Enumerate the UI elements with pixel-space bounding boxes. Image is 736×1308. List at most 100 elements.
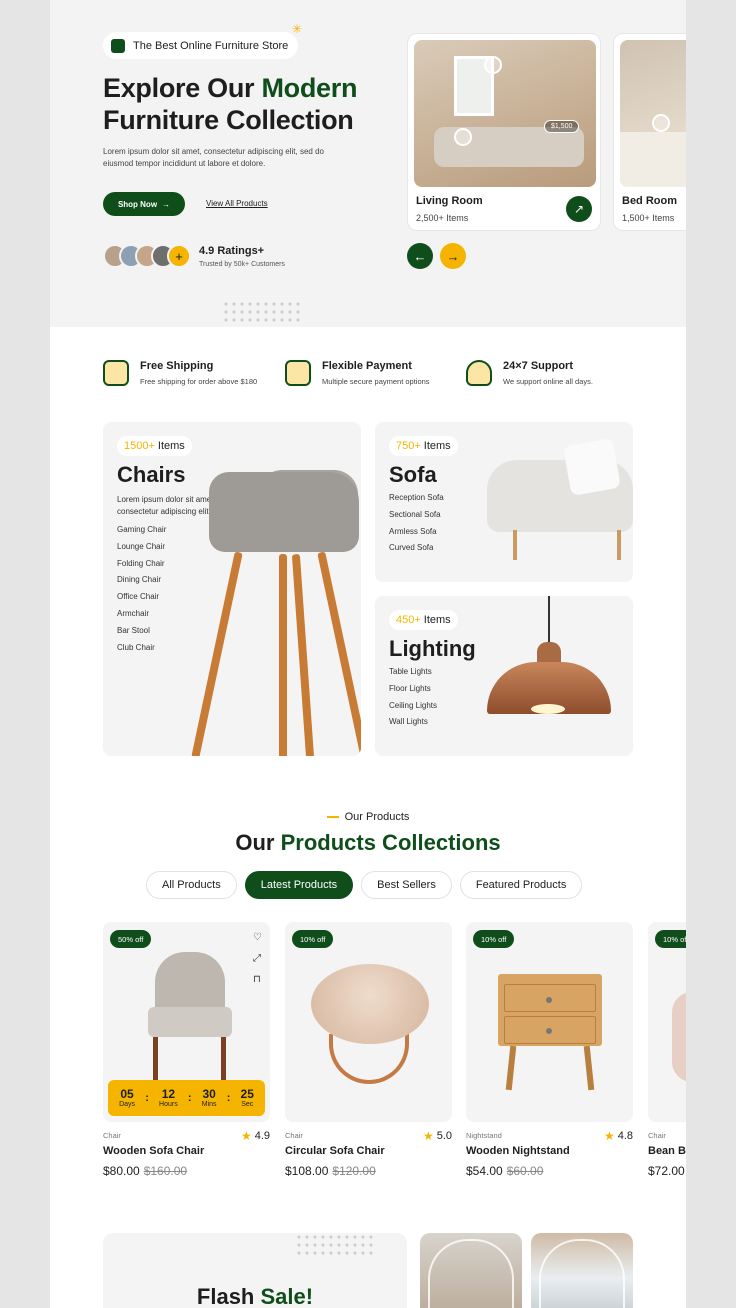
product-rating: ★ 4.9 <box>241 1129 270 1143</box>
timer-separator: : <box>145 1092 149 1104</box>
product-image: 10% off <box>648 922 686 1122</box>
view-all-products-link[interactable]: View All Products <box>206 199 268 208</box>
arrow-left-icon[interactable]: ← <box>407 243 433 269</box>
star-icon: ★ <box>240 1129 252 1143</box>
room-card-living[interactable]: $1,500 Living Room 2,500+ Items ↗ <box>407 33 601 231</box>
armchair-pillow <box>563 438 621 496</box>
chair-back <box>155 952 225 1014</box>
section-title-accent: Products Collections <box>280 830 501 855</box>
chair-icon <box>111 38 125 53</box>
product-image: 10% off <box>285 922 452 1122</box>
flash-title-part1: Flash <box>196 1284 261 1308</box>
tab-best-sellers[interactable]: Best Sellers <box>361 871 452 899</box>
tab-all-products[interactable]: All Products <box>146 871 237 899</box>
ratings-text: 4.9 Ratings+ <box>199 245 265 257</box>
category-list: Gaming Chair Lounge Chair Folding Chair … <box>117 525 166 659</box>
item-count: 450+ <box>396 614 421 626</box>
category-title: Chairs <box>117 462 186 487</box>
bag-icon[interactable]: ⊓ <box>253 974 262 985</box>
tab-latest-products[interactable]: Latest Products <box>244 871 354 899</box>
category-card-sofa[interactable]: 750+ Items Sofa Reception Sofa Sectional … <box>375 422 633 582</box>
category-list: Table Lights Floor Lights Ceiling Lights… <box>389 667 437 734</box>
discount-badge: 50% off <box>110 930 152 948</box>
lamp-cord <box>548 596 550 644</box>
category-link[interactable]: Folding Chair <box>117 559 166 576</box>
product-name[interactable]: Bean Ba <box>648 1145 686 1157</box>
hotspot-icon[interactable] <box>454 128 472 146</box>
category-title: Sofa <box>389 462 437 487</box>
dot-pattern <box>222 300 302 326</box>
category-card-lighting[interactable]: 450+ Items Lighting Table Lights Floor Li… <box>375 596 633 756</box>
category-link[interactable]: Gaming Chair <box>117 525 166 542</box>
product-tabs: All Products Latest Products Best Seller… <box>146 871 583 899</box>
timer-label: Mins <box>201 1101 217 1108</box>
room-card-bed[interactable]: Bed Room 1,500+ Items <box>613 33 686 231</box>
timer-hours: 12 Hours <box>159 1087 178 1109</box>
discount-badge: 10% off <box>473 930 515 948</box>
product-category: Chair <box>103 1131 121 1140</box>
category-link[interactable]: Club Chair <box>117 643 166 660</box>
category-card-chairs[interactable]: 1500+ Items Chairs Lorem ipsum dolor sit … <box>103 422 361 756</box>
product-name[interactable]: Circular Sofa Chair <box>285 1145 385 1157</box>
stool-seat <box>209 472 359 552</box>
category-link[interactable]: Floor Lights <box>389 684 437 701</box>
feature-title: 24×7 Support <box>503 360 573 372</box>
lamp-bulb <box>531 704 565 714</box>
old-price: $160.00 <box>143 1164 188 1178</box>
bed-shape <box>620 132 686 187</box>
current-price: $80.00 <box>103 1164 140 1178</box>
category-link[interactable]: Lounge Chair <box>117 542 166 559</box>
product-rating: ★ 4.8 <box>604 1129 633 1143</box>
section-subtitle: Our Products <box>50 811 686 823</box>
product-name[interactable]: Wooden Sofa Chair <box>103 1145 204 1157</box>
arrow-right-icon: → <box>162 199 171 209</box>
features-row: Free Shipping Free shipping for order ab… <box>103 358 643 398</box>
item-count-pill: 450+ Items <box>389 610 458 630</box>
hotspot-icon[interactable] <box>652 114 670 132</box>
feature-subtitle: We support online all days. <box>503 377 593 386</box>
heart-icon[interactable]: ♡ <box>253 932 262 943</box>
items-label: Items <box>157 440 185 452</box>
knob <box>546 997 552 1003</box>
stool-leg <box>191 551 243 756</box>
plus-icon[interactable]: + <box>167 244 191 268</box>
bed-room-image <box>620 40 686 187</box>
timer-separator: : <box>226 1092 231 1104</box>
timer-secs: 25 Sec <box>241 1088 254 1109</box>
category-link[interactable]: Armchair <box>117 609 166 626</box>
stool-leg <box>279 554 287 756</box>
feature-title: Flexible Payment <box>322 360 412 372</box>
stool-leg <box>317 551 361 756</box>
timer-days: 05 Days <box>119 1088 135 1109</box>
chair-leg <box>221 1037 226 1081</box>
arrow-right-icon[interactable]: → <box>440 243 466 269</box>
product-name[interactable]: Wooden Nightstand <box>466 1145 570 1157</box>
section-subtitle-text: Our Products <box>344 811 410 823</box>
category-link[interactable]: Reception Sofa <box>389 493 444 510</box>
discount-badge: 10% off <box>292 930 334 948</box>
arrow-up-right-icon[interactable]: ↗ <box>566 196 592 222</box>
category-link[interactable]: Office Chair <box>117 592 166 609</box>
timer-value: 12 <box>161 1087 176 1101</box>
feature-subtitle: Multiple secure payment options <box>322 377 430 386</box>
category-link[interactable]: Wall Lights <box>389 717 437 734</box>
items-label: Items <box>423 614 451 626</box>
category-link[interactable]: Sectional Sofa <box>389 510 444 527</box>
category-link[interactable]: Curved Sofa <box>389 543 444 560</box>
expand-icon[interactable]: ⤢ <box>253 953 262 964</box>
hotspot-icon[interactable] <box>484 56 502 74</box>
wallet-icon <box>285 360 311 386</box>
category-link[interactable]: Ceiling Lights <box>389 701 437 718</box>
category-link[interactable]: Armless Sofa <box>389 527 444 544</box>
item-count-pill: 750+ Items <box>389 436 458 456</box>
category-link[interactable]: Dining Chair <box>117 575 166 592</box>
rating-value: 4.9 <box>254 1130 270 1142</box>
tab-featured-products[interactable]: Featured Products <box>459 871 583 899</box>
category-link[interactable]: Bar Stool <box>117 626 166 643</box>
armchair-image <box>487 438 633 560</box>
timer-separator: : <box>187 1092 192 1104</box>
category-link[interactable]: Table Lights <box>389 667 437 684</box>
flash-sale-title: Flash Sale! <box>103 1284 407 1308</box>
room-count: 2,500+ Items <box>416 213 469 223</box>
shop-now-button[interactable]: Shop Now → <box>103 192 185 216</box>
